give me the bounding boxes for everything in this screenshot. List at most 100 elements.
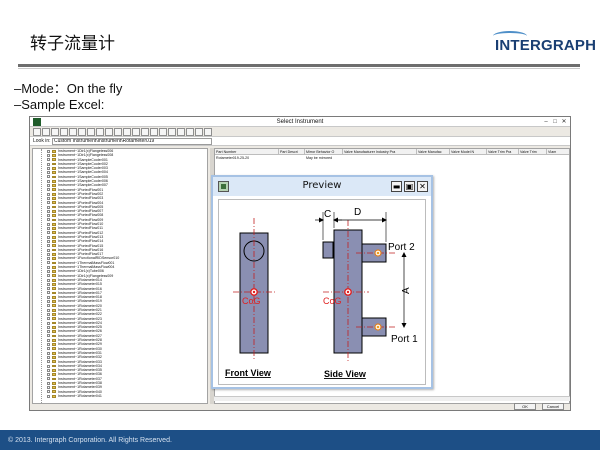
tree-expand-icon[interactable]: [47, 300, 50, 304]
toolbar-delete-icon[interactable]: [69, 128, 77, 136]
tree-expand-icon[interactable]: [47, 196, 50, 200]
toolbar-filter-icon[interactable]: [204, 128, 212, 136]
tree-expand-icon[interactable]: [47, 158, 50, 162]
tree-expand-icon[interactable]: [47, 248, 50, 252]
toolbar-new-folder-icon[interactable]: [60, 128, 68, 136]
tree-expand-icon[interactable]: [47, 227, 50, 231]
grid-column-header[interactable]: Valve Manufac: [417, 149, 450, 155]
tree-expand-icon[interactable]: [47, 184, 50, 188]
cancel-button[interactable]: Cancel: [542, 403, 564, 410]
grid-column-header[interactable]: Valve Trim: [519, 149, 547, 155]
tree-expand-icon[interactable]: [47, 364, 50, 368]
tree-expand-icon[interactable]: [47, 166, 50, 170]
tree-expand-icon[interactable]: [47, 377, 50, 381]
tree-expand-icon[interactable]: [47, 188, 50, 192]
grid-column-header[interactable]: Part Descri: [279, 149, 305, 155]
tree-expand-icon[interactable]: [47, 390, 50, 394]
tree-expand-icon[interactable]: [47, 347, 50, 351]
toolbar-paste-icon[interactable]: [87, 128, 95, 136]
tree-expand-icon[interactable]: [47, 179, 50, 183]
toolbar-back-icon[interactable]: [33, 128, 41, 136]
toolbar-check-icon[interactable]: [195, 128, 203, 136]
grid-column-header[interactable]: Vlam: [547, 149, 569, 155]
tree-expand-icon[interactable]: [47, 338, 50, 342]
ok-button[interactable]: OK: [514, 403, 536, 410]
tree-expand-icon[interactable]: [47, 235, 50, 239]
preview-close-icon[interactable]: ✕: [417, 181, 428, 192]
tree-expand-icon[interactable]: [47, 360, 50, 364]
grid-column-header[interactable]: Valve Trim Pra: [487, 149, 519, 155]
toolbar-sort-icon[interactable]: [150, 128, 158, 136]
toolbar-refresh-icon[interactable]: [159, 128, 167, 136]
grid-column-header[interactable]: Valve Model N: [450, 149, 487, 155]
tree-expand-icon[interactable]: [47, 192, 50, 196]
tree-expand-icon[interactable]: [47, 334, 50, 338]
tree-expand-icon[interactable]: [47, 351, 50, 355]
toolbar-copy-icon[interactable]: [78, 128, 86, 136]
toolbar-up-icon[interactable]: [51, 128, 59, 136]
tree-expand-icon[interactable]: [47, 386, 50, 390]
tree-expand-icon[interactable]: [47, 330, 50, 334]
toolbar-large-icons-icon[interactable]: [132, 128, 140, 136]
toolbar-properties-icon[interactable]: [105, 128, 113, 136]
toolbar-arrow-left-icon[interactable]: [177, 128, 185, 136]
tree-expand-icon[interactable]: [47, 239, 50, 243]
tree-expand-icon[interactable]: [47, 214, 50, 218]
toolbar-arrow-right-icon[interactable]: [186, 128, 194, 136]
tree-expand-icon[interactable]: [47, 218, 50, 222]
tree-expand-icon[interactable]: [47, 325, 50, 329]
instrument-tree[interactable]: Instrument~1Dir1(x)Flangeless006 Instrume…: [32, 148, 208, 404]
tree-expand-icon[interactable]: [47, 231, 50, 235]
tree-expand-icon[interactable]: [47, 257, 50, 261]
tree-expand-icon[interactable]: [47, 265, 50, 269]
window-maximize-icon[interactable]: □: [551, 118, 559, 126]
tree-expand-icon[interactable]: [47, 175, 50, 179]
grid-cell[interactable]: Rotameter019-25-20: [215, 156, 279, 160]
toolbar-preview-icon[interactable]: [168, 128, 176, 136]
tree-expand-icon[interactable]: [47, 244, 50, 248]
tree-expand-icon[interactable]: [47, 171, 50, 175]
tree-expand-icon[interactable]: [47, 317, 50, 321]
tree-expand-icon[interactable]: [47, 287, 50, 291]
tree-expand-icon[interactable]: [47, 209, 50, 213]
window-close-icon[interactable]: ✕: [560, 118, 568, 126]
tree-item[interactable]: Instrument~1Rotameter041: [33, 394, 207, 398]
preview-minimize-icon[interactable]: ▬: [391, 181, 402, 192]
tree-expand-icon[interactable]: [47, 274, 50, 278]
toolbar-list-view-icon[interactable]: [114, 128, 122, 136]
tree-expand-icon[interactable]: [47, 153, 50, 157]
grid-horizontal-scrollbar[interactable]: [214, 396, 570, 401]
tree-expand-icon[interactable]: [47, 368, 50, 372]
tree-expand-icon[interactable]: [47, 278, 50, 282]
tree-expand-icon[interactable]: [47, 343, 50, 347]
tree-expand-icon[interactable]: [47, 295, 50, 299]
tree-expand-icon[interactable]: [47, 291, 50, 295]
toolbar-cut-icon[interactable]: [96, 128, 104, 136]
tree-expand-icon[interactable]: [47, 394, 50, 398]
tree-expand-icon[interactable]: [47, 222, 50, 226]
window-minimize-icon[interactable]: –: [542, 118, 550, 126]
tree-expand-icon[interactable]: [47, 321, 50, 325]
toolbar-details-view-icon[interactable]: [123, 128, 131, 136]
preview-maximize-icon[interactable]: ▣: [404, 181, 415, 192]
toolbar-forward-icon[interactable]: [42, 128, 50, 136]
grid-column-header[interactable]: Valve Manufacturer Industry Pra: [343, 149, 417, 155]
tree-expand-icon[interactable]: [47, 381, 50, 385]
tree-expand-icon[interactable]: [47, 261, 50, 265]
tree-expand-icon[interactable]: [47, 355, 50, 359]
toolbar-small-icons-icon[interactable]: [141, 128, 149, 136]
grid-column-header[interactable]: Part Number: [215, 149, 279, 155]
tree-expand-icon[interactable]: [47, 304, 50, 308]
tree-expand-icon[interactable]: [47, 270, 50, 273]
grid-cell[interactable]: May be mirrored: [305, 156, 343, 160]
grid-column-header[interactable]: Mirror Behavior O: [305, 149, 343, 155]
tree-expand-icon[interactable]: [47, 282, 50, 286]
tree-expand-icon[interactable]: [47, 373, 50, 377]
tree-expand-icon[interactable]: [47, 149, 50, 153]
tree-expand-icon[interactable]: [47, 162, 50, 166]
tree-expand-icon[interactable]: [47, 252, 50, 256]
tree-expand-icon[interactable]: [47, 308, 50, 312]
path-input[interactable]: Custom Instrument\Instrument\Rotameter01…: [52, 138, 212, 145]
tree-expand-icon[interactable]: [47, 205, 50, 209]
tree-expand-icon[interactable]: [47, 312, 50, 316]
